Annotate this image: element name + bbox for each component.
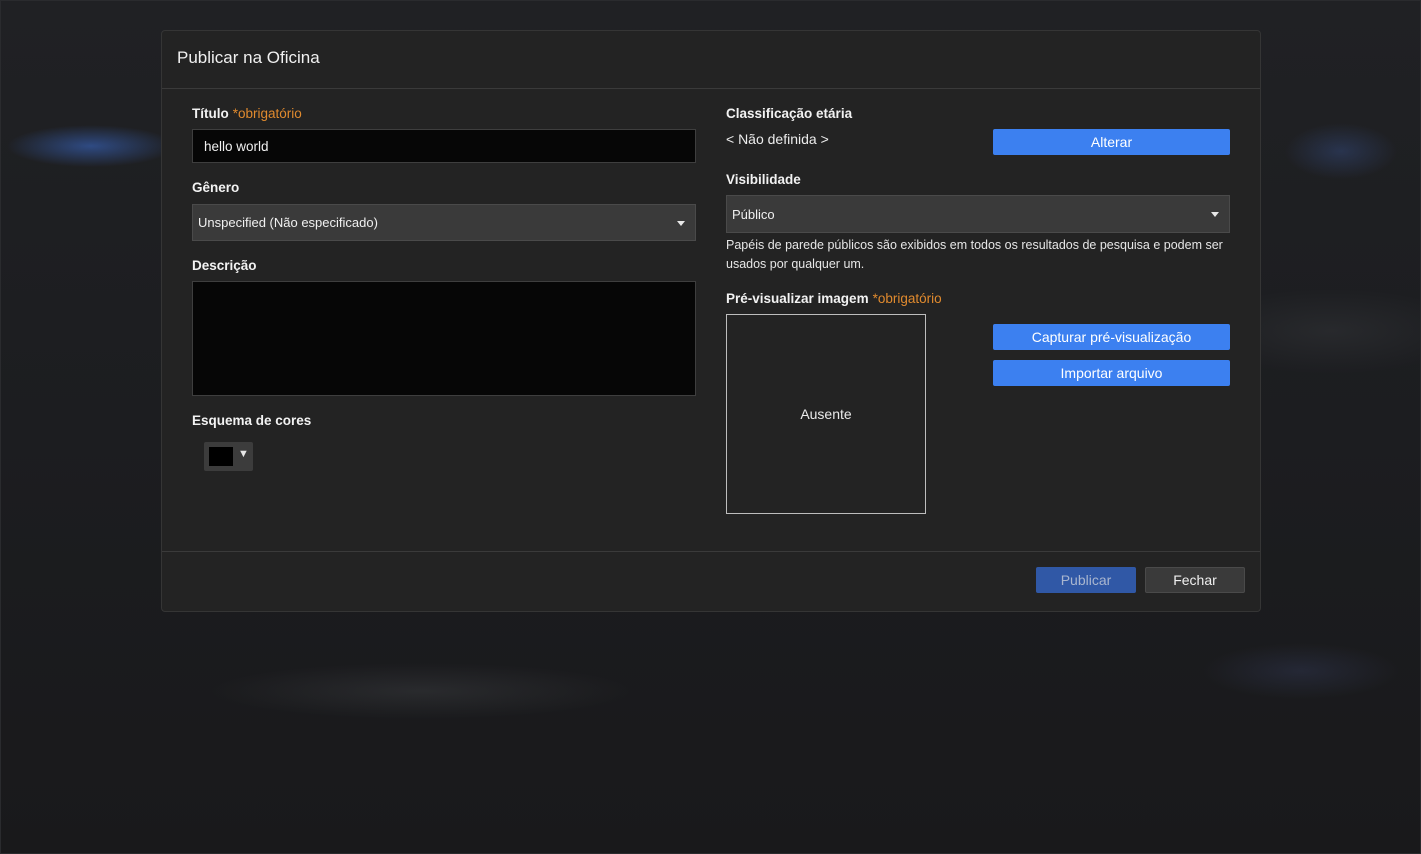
visibility-help-line-1: Papéis de parede públicos são exibidos e… (726, 238, 1223, 252)
chevron-down-icon (677, 220, 685, 226)
genre-selected-value: Unspecified (Não especificado) (198, 215, 378, 230)
description-textarea[interactable] (192, 281, 696, 396)
title-label-text: Título (192, 106, 229, 121)
preview-placeholder: Ausente (800, 406, 852, 422)
visibility-label: Visibilidade (726, 172, 801, 187)
dialog-header: Publicar na Oficina (162, 31, 1260, 89)
genre-select[interactable]: Unspecified (Não especificado) (192, 204, 696, 241)
preview-required-marker: *obrigatório (872, 291, 942, 306)
title-label: Título *obrigatório (192, 106, 302, 121)
close-button[interactable]: Fechar (1145, 567, 1245, 593)
visibility-selected-value: Público (732, 206, 775, 222)
dialog-footer-divider (162, 551, 1260, 552)
title-input[interactable]: hello world (192, 129, 696, 163)
visibility-help-line-2: usados por qualquer um. (726, 257, 865, 271)
visibility-select[interactable]: Público (726, 195, 1230, 233)
age-rating-label: Classificação etária (726, 106, 853, 121)
genre-label: Gênero (192, 180, 240, 195)
dialog-title: Publicar na Oficina (177, 48, 320, 67)
visibility-help-text: Papéis de parede públicos são exibidos e… (726, 236, 1236, 274)
chevron-down-icon (1211, 212, 1219, 217)
preview-label: Pré-visualizar imagem *obrigatório (726, 291, 942, 306)
title-input-value: hello world (204, 138, 269, 154)
dropdown-arrow-icon: ▼ (238, 448, 249, 460)
color-scheme-picker[interactable]: ▼ (204, 442, 253, 471)
publish-button[interactable]: Publicar (1036, 567, 1136, 593)
title-required-marker: *obrigatório (232, 106, 302, 121)
description-label: Descrição (192, 258, 257, 273)
capture-preview-button[interactable]: Capturar pré-visualização (993, 324, 1230, 350)
preview-image-box: Ausente (726, 314, 926, 514)
color-scheme-label: Esquema de cores (192, 413, 312, 428)
color-swatch (209, 447, 233, 466)
change-rating-button[interactable]: Alterar (993, 129, 1230, 155)
import-file-button[interactable]: Importar arquivo (993, 360, 1230, 386)
publish-dialog: Publicar na Oficina Título *obrigatório h… (161, 30, 1261, 612)
age-rating-value: < Não definida > (726, 131, 829, 147)
preview-label-text: Pré-visualizar imagem (726, 291, 869, 306)
